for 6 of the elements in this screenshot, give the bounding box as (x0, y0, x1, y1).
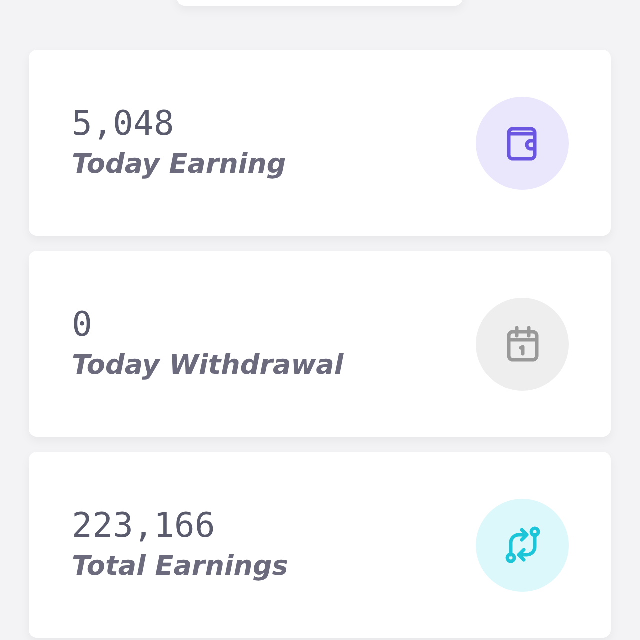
stat-value: 5,048 (72, 106, 176, 144)
stat-value: 0 (72, 306, 94, 344)
stat-label: Today Earning (72, 149, 286, 180)
stat-label: Today Withdrawal (72, 350, 344, 382)
stat-value: 223,166 (72, 508, 216, 546)
stat-label: Total Earnings (72, 551, 288, 582)
